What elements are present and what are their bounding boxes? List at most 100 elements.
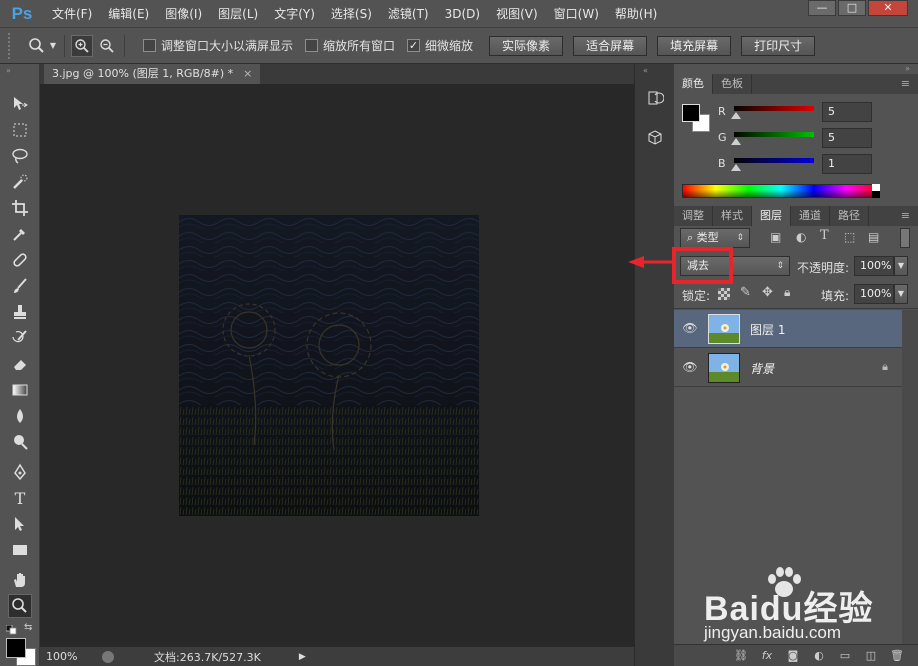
layer-row-background[interactable]: 👁︎ 背景 🔒︎	[674, 349, 902, 387]
menu-3d[interactable]: 3D(D)	[437, 0, 488, 28]
collapse-icon[interactable]: »	[6, 66, 11, 75]
blue-thumb[interactable]	[731, 164, 741, 171]
document-image[interactable]	[179, 215, 479, 516]
zoom-tool-preset-icon[interactable]	[26, 35, 48, 57]
actual-pixels-button[interactable]: 实际像素	[489, 35, 564, 56]
red-value[interactable]: 5	[822, 102, 872, 122]
checkbox-box[interactable]	[143, 39, 156, 52]
tab-channels[interactable]: 通道	[791, 206, 830, 226]
blue-value[interactable]: 1	[822, 154, 872, 174]
print-size-button[interactable]: 打印尺寸	[741, 35, 816, 56]
menu-type[interactable]: 文字(Y)	[266, 0, 323, 28]
opacity-dropdown-icon[interactable]: ▼	[894, 256, 908, 276]
default-colors-icon[interactable]	[5, 624, 18, 635]
blur-tool-icon[interactable]	[8, 404, 32, 428]
healing-brush-tool-icon[interactable]	[8, 248, 32, 272]
red-track[interactable]	[734, 106, 814, 111]
document-tab[interactable]: 3.jpg @ 100% (图层 1, RGB/8#) * ×	[44, 64, 261, 84]
fill-dropdown-icon[interactable]: ▼	[894, 284, 908, 304]
menu-layer[interactable]: 图层(L)	[210, 0, 266, 28]
zoom-tool-icon[interactable]	[8, 594, 32, 618]
history-brush-tool-icon[interactable]	[8, 326, 32, 350]
marquee-tool-icon[interactable]	[8, 118, 32, 142]
eye-icon[interactable]: 👁︎	[682, 360, 698, 376]
lock-position-icon[interactable]: ✥	[762, 285, 773, 300]
menu-image[interactable]: 图像(I)	[157, 0, 210, 28]
lasso-tool-icon[interactable]	[8, 144, 32, 168]
tab-paths[interactable]: 路径	[830, 206, 869, 226]
eye-icon[interactable]: 👁︎	[682, 321, 698, 337]
status-info-icon[interactable]	[102, 650, 114, 663]
type-tool-icon[interactable]: T	[8, 486, 32, 510]
fill-field[interactable]: 100%	[854, 284, 894, 304]
gradient-tool-icon[interactable]	[8, 378, 32, 402]
menu-view[interactable]: 视图(V)	[488, 0, 546, 28]
blue-track[interactable]	[734, 158, 814, 163]
close-button[interactable]: ✕	[868, 0, 908, 16]
menu-select[interactable]: 选择(S)	[323, 0, 380, 28]
green-thumb[interactable]	[731, 138, 741, 145]
foreground-color-swatch[interactable]	[6, 638, 26, 658]
spectrum-black-chip[interactable]	[872, 191, 880, 198]
collapse-icon[interactable]: »	[905, 64, 910, 73]
filter-pixel-icon[interactable]: ▣	[770, 230, 781, 244]
layer-name[interactable]: 背景	[750, 360, 774, 377]
red-thumb[interactable]	[731, 112, 741, 119]
panel-menu-icon[interactable]: ≡	[893, 74, 918, 94]
close-tab-icon[interactable]: ×	[243, 64, 252, 84]
menu-help[interactable]: 帮助(H)	[607, 0, 665, 28]
green-channel-slider[interactable]: G 5	[718, 128, 908, 148]
3d-panel-icon[interactable]	[643, 126, 667, 150]
layer-filter-select[interactable]: ⌕ 类型 ⇕	[680, 228, 750, 248]
scrubby-zoom-checkbox[interactable]: ✓ 细微缩放	[407, 37, 473, 54]
brush-tool-icon[interactable]	[8, 274, 32, 298]
eraser-tool-icon[interactable]	[8, 352, 32, 376]
tab-color[interactable]: 颜色	[674, 74, 713, 94]
filter-adjustment-icon[interactable]: ◐	[796, 230, 806, 244]
menu-file[interactable]: 文件(F)	[44, 0, 100, 28]
zoom-level[interactable]: 100%	[46, 650, 94, 663]
opacity-field[interactable]: 100%	[854, 256, 894, 276]
menu-filter[interactable]: 滤镜(T)	[380, 0, 437, 28]
layer-name[interactable]: 图层 1	[750, 321, 785, 338]
zoom-all-windows-checkbox[interactable]: 缩放所有窗口	[305, 37, 395, 54]
history-panel-icon[interactable]	[643, 86, 667, 110]
menu-edit[interactable]: 编辑(E)	[100, 0, 157, 28]
hand-tool-icon[interactable]	[8, 568, 32, 592]
red-channel-slider[interactable]: R 5	[718, 102, 908, 122]
checkmark-icon[interactable]: ✓	[407, 39, 421, 52]
chevron-down-icon[interactable]: ▼	[48, 35, 58, 57]
fill-screen-button[interactable]: 填充屏幕	[657, 35, 732, 56]
green-value[interactable]: 5	[822, 128, 872, 148]
resize-windows-checkbox[interactable]: 调整窗口大小以满屏显示	[143, 37, 293, 54]
collapse-icon[interactable]: «	[643, 66, 648, 75]
lock-all-icon[interactable]: 🔒︎	[784, 285, 790, 300]
canvas-area[interactable]	[40, 84, 634, 646]
move-tool-icon[interactable]	[8, 92, 32, 116]
color-spectrum-bar[interactable]	[682, 184, 880, 198]
foreground-color-chip[interactable]	[682, 104, 700, 122]
zoom-in-icon[interactable]	[71, 34, 93, 57]
lock-transparent-pixels-icon[interactable]	[718, 288, 730, 300]
checkbox-box[interactable]	[305, 39, 319, 52]
eyedropper-tool-icon[interactable]	[8, 222, 32, 246]
tab-layers[interactable]: 图层	[752, 206, 791, 226]
filter-smart-object-icon[interactable]: ▤	[868, 230, 879, 244]
dodge-tool-icon[interactable]	[8, 430, 32, 454]
status-menu-arrow-icon[interactable]: ▶	[299, 652, 306, 662]
tab-adjustments[interactable]: 调整	[674, 206, 713, 226]
lock-image-pixels-icon[interactable]: ✎	[740, 285, 751, 300]
layer-row-layer1[interactable]: 👁︎ 图层 1	[674, 310, 902, 348]
minimize-button[interactable]: —	[808, 0, 836, 16]
maximize-button[interactable]: □	[838, 0, 866, 16]
pen-tool-icon[interactable]	[8, 460, 32, 484]
swap-colors-icon[interactable]: ⇆	[24, 622, 32, 633]
menu-window[interactable]: 窗口(W)	[546, 0, 607, 28]
options-grip[interactable]	[8, 32, 16, 59]
path-selection-tool-icon[interactable]	[8, 512, 32, 536]
tab-styles[interactable]: 样式	[713, 206, 752, 226]
green-track[interactable]	[734, 132, 814, 137]
fit-screen-button[interactable]: 适合屏幕	[573, 35, 648, 56]
tab-swatches[interactable]: 色板	[713, 74, 752, 94]
blue-channel-slider[interactable]: B 1	[718, 154, 908, 174]
